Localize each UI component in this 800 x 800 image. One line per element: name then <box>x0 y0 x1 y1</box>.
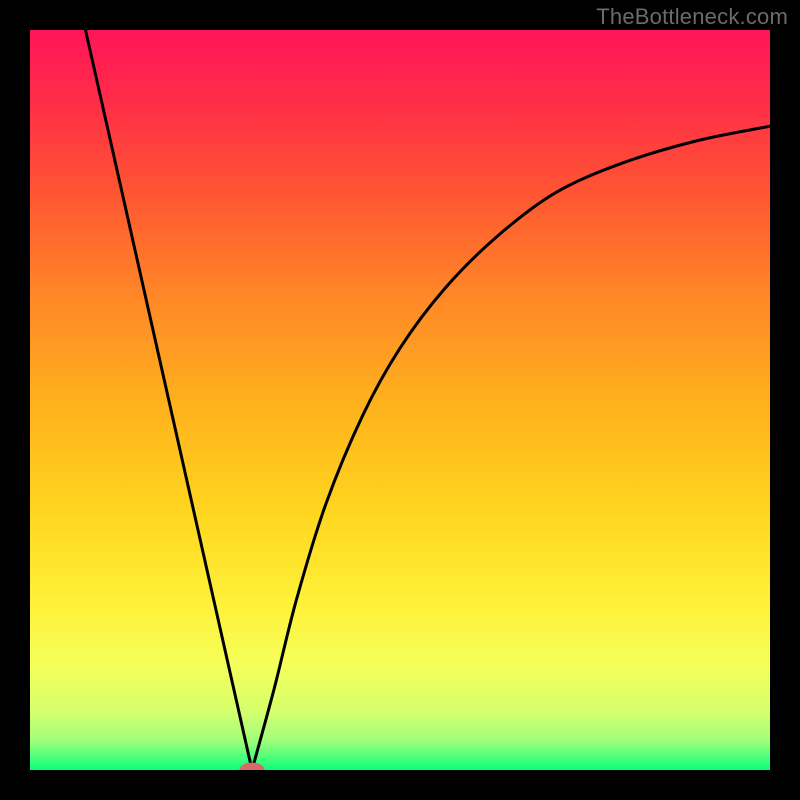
chart-svg <box>0 0 800 800</box>
plot-background <box>30 30 770 770</box>
chart-frame: TheBottleneck.com <box>0 0 800 800</box>
watermark-text: TheBottleneck.com <box>596 4 788 30</box>
min-marker <box>239 763 264 778</box>
